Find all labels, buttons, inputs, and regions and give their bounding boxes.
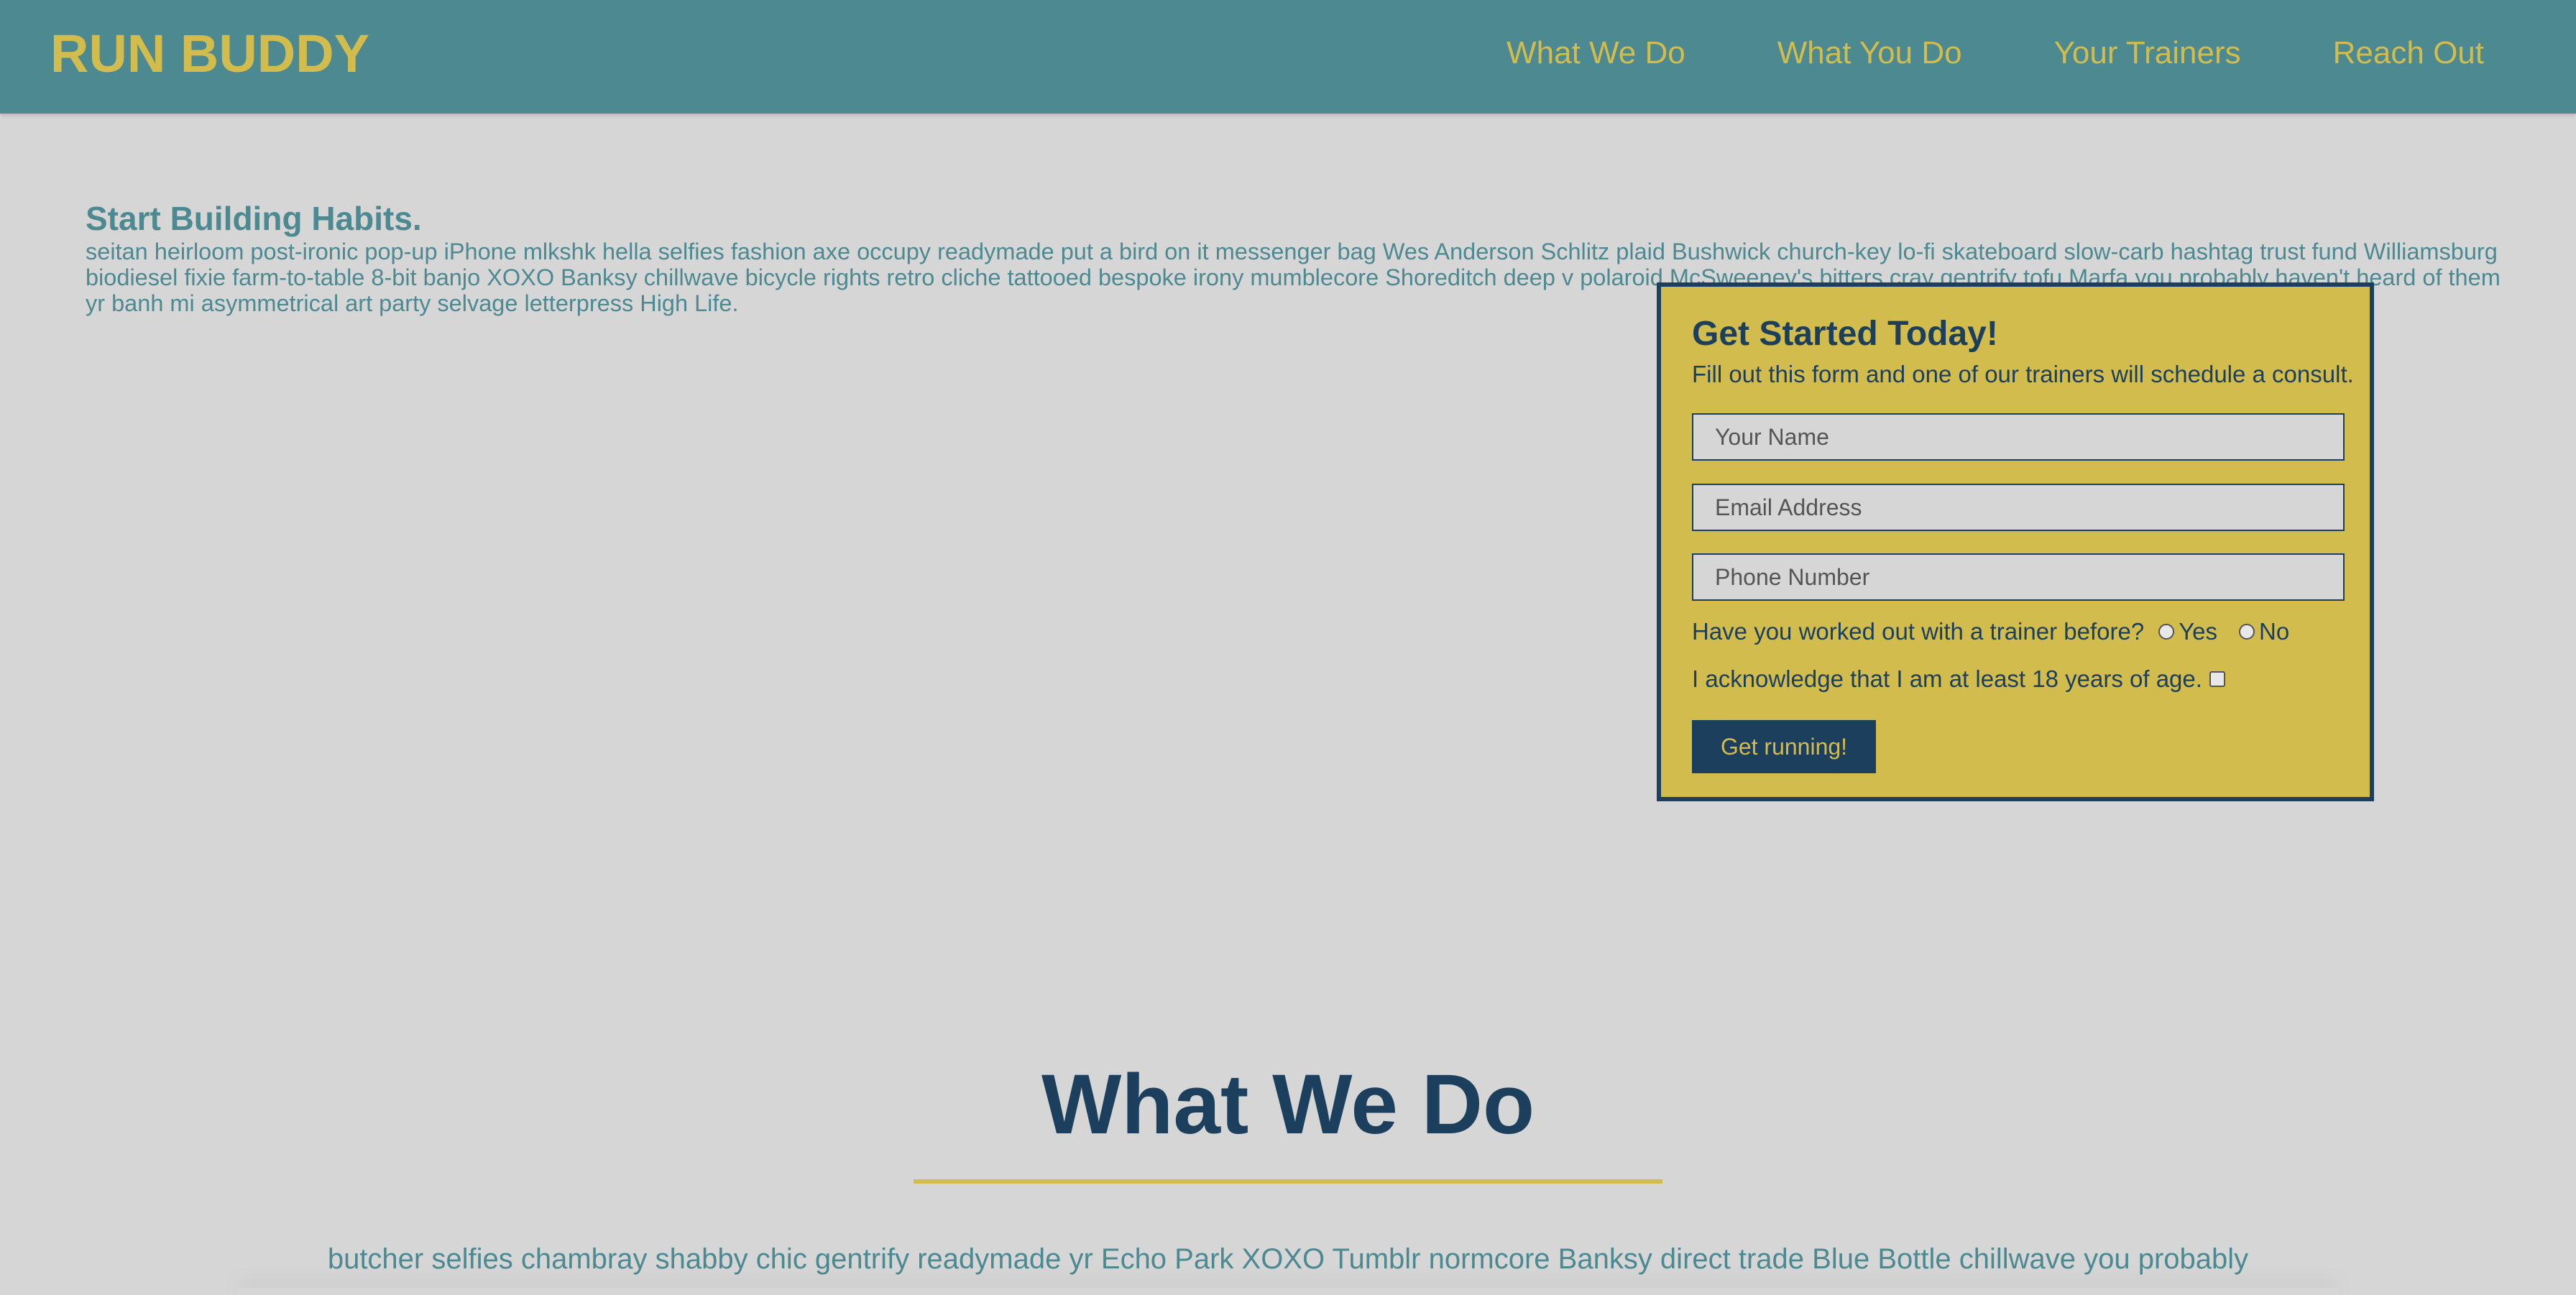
age-ack-label: I acknowledge that I am at least 18 year… <box>1692 665 2202 692</box>
logo[interactable]: RUN BUDDY <box>50 22 369 86</box>
form-subtitle: Fill out this form and one of our traine… <box>1692 361 2354 387</box>
email-input[interactable] <box>1692 484 2345 531</box>
trainer-question-label: Have you worked out with a trainer befor… <box>1692 618 2145 645</box>
section-text: butcher selfies chambray shabby chic gen… <box>327 1243 2249 1275</box>
hero-title: Start Building Habits. <box>86 200 422 237</box>
signup-form-card: Get Started Today! Fill out this form an… <box>1657 282 2374 801</box>
main-nav: What We Do What You Do Your Trainers Rea… <box>1506 32 2484 75</box>
age-ack-checkbox[interactable] <box>2209 671 2225 687</box>
section-title: What We Do <box>1041 1057 1535 1152</box>
nav-link-what-we-do[interactable]: What We Do <box>1506 32 1685 75</box>
form-title: Get Started Today! <box>1692 315 1998 353</box>
radio-yes-label: Yes <box>2179 618 2218 645</box>
submit-button[interactable]: Get running! <box>1692 720 1876 773</box>
nav-link-reach-out[interactable]: Reach Out <box>2333 32 2484 75</box>
radio-no[interactable] <box>2239 624 2255 640</box>
section-card-shadow <box>237 1288 2339 1295</box>
radio-no-label: No <box>2259 618 2290 645</box>
name-input[interactable] <box>1692 413 2345 461</box>
section-divider <box>914 1179 1662 1184</box>
nav-link-what-you-do[interactable]: What You Do <box>1777 32 1962 75</box>
age-ack-row: I acknowledge that I am at least 18 year… <box>1692 665 2225 693</box>
nav-link-your-trainers[interactable]: Your Trainers <box>2054 32 2241 75</box>
trainer-question-row: Have you worked out with a trainer befor… <box>1692 617 2289 646</box>
site-header: RUN BUDDY What We Do What You Do Your Tr… <box>0 0 2576 114</box>
radio-yes[interactable] <box>2158 624 2175 640</box>
phone-input[interactable] <box>1692 553 2345 601</box>
